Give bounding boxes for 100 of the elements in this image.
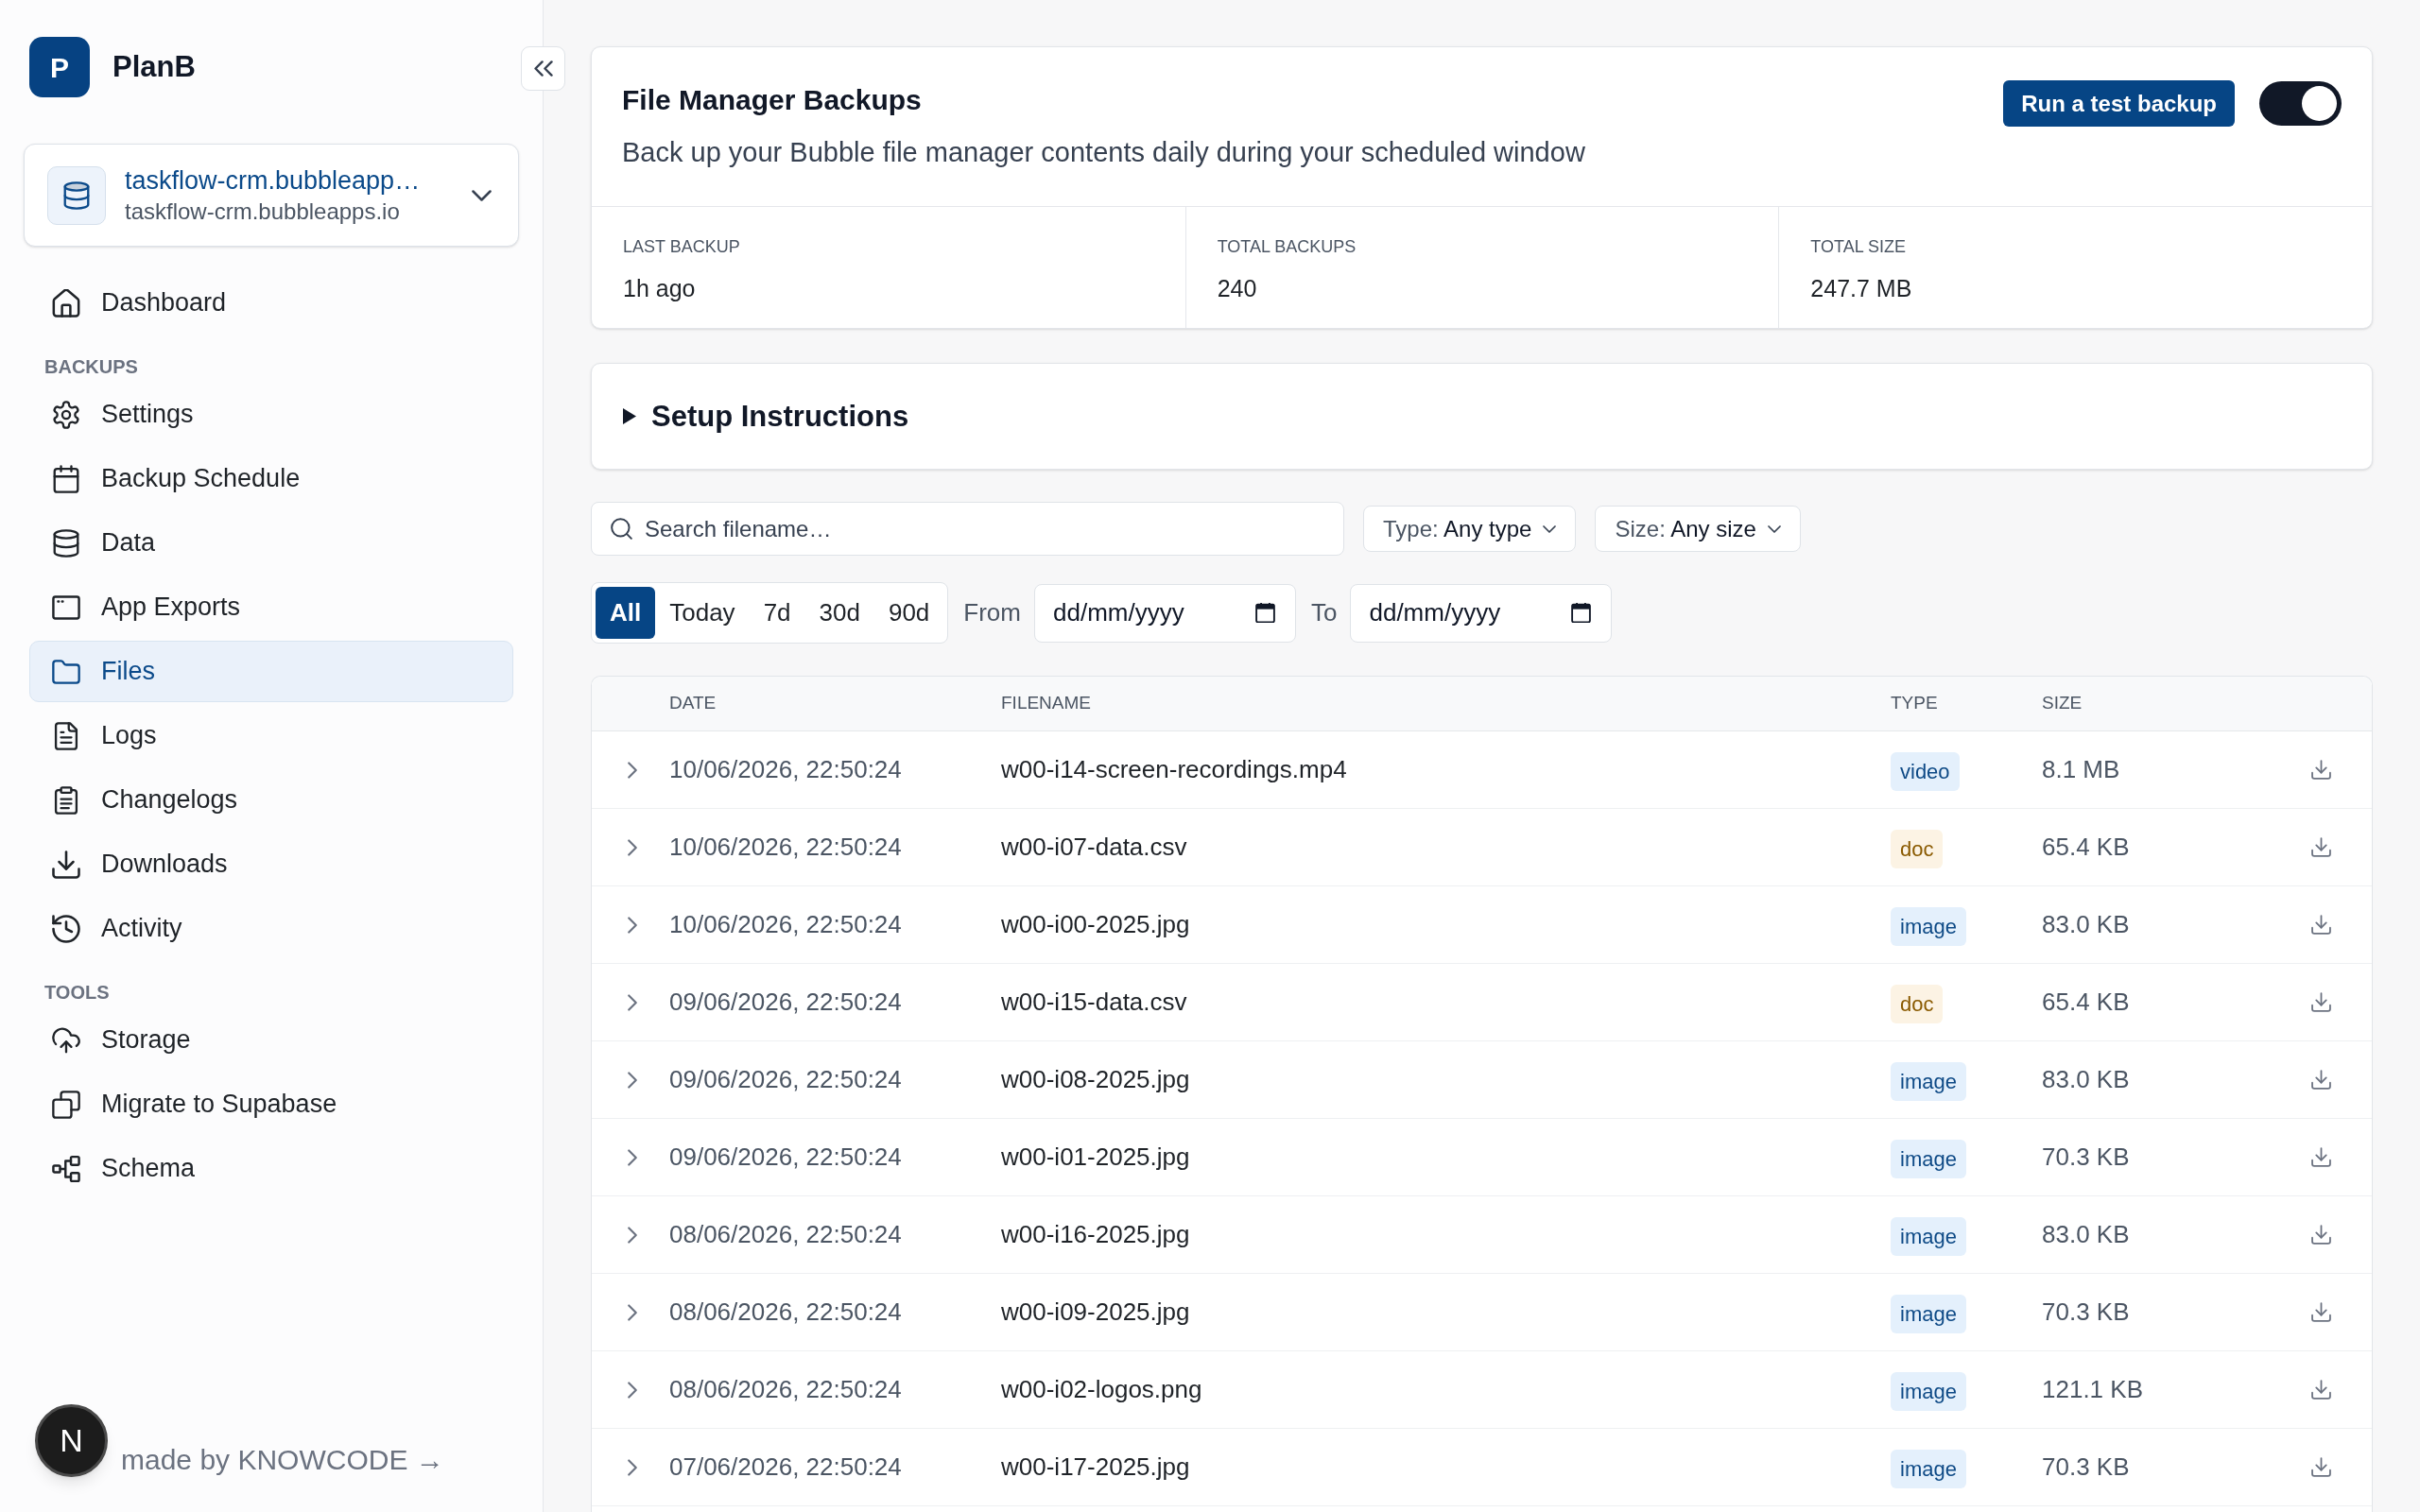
setup-instructions-toggle[interactable]: Setup Instructions — [623, 397, 909, 436]
copy-icon — [52, 1090, 80, 1119]
filename-cell-text: w00-i00-2025.jpg — [1001, 909, 1190, 940]
date-label: To — [1311, 597, 1338, 628]
date-range-option[interactable]: Today — [655, 587, 750, 639]
calendar-icon — [52, 464, 80, 493]
date-range-option[interactable]: 30d — [804, 587, 874, 639]
size-cell-text: 83.0 KB — [2042, 909, 2130, 940]
chevron-right-icon[interactable] — [628, 1226, 637, 1244]
filter-dropdown[interactable]: Size: Any size — [1595, 506, 1801, 552]
date-cell-text: 08/06/2026, 22:50:24 — [669, 1297, 902, 1328]
stat-value: 247.7 MB — [1810, 274, 1912, 303]
run-test-backup-button[interactable]: Run a test backup — [2003, 80, 2235, 127]
download-icon[interactable] — [2310, 837, 2331, 857]
nav-item[interactable]: Storage — [29, 1009, 513, 1071]
date-cell-text: 08/06/2026, 22:50:24 — [669, 1219, 902, 1250]
stat-value: 240 — [1217, 274, 1257, 303]
date-cell-text: 09/06/2026, 22:50:24 — [669, 1142, 902, 1173]
search-icon — [611, 518, 632, 540]
date-field[interactable]: dd/mm/yyyy — [1350, 583, 1613, 643]
diagram-icon — [52, 1154, 80, 1183]
backup-toggle[interactable] — [2259, 81, 2342, 126]
nav-item[interactable]: Activity — [29, 898, 513, 959]
date-cell-text: 09/06/2026, 22:50:24 — [669, 987, 902, 1018]
database-icon — [47, 165, 106, 225]
window-icon — [52, 593, 80, 622]
nav-item[interactable]: Dashboard — [29, 272, 513, 334]
history-icon — [52, 914, 80, 943]
dev-tools-button[interactable]: N — [35, 1404, 108, 1477]
chevron-right-icon[interactable] — [628, 1071, 637, 1089]
download-icon[interactable] — [2310, 1302, 2331, 1322]
date-field[interactable]: dd/mm/yyyy — [1034, 583, 1296, 643]
calendar-icon — [1255, 602, 1275, 623]
chevron-right-icon[interactable] — [628, 761, 637, 779]
file-type-tag: doc — [1891, 985, 1944, 1023]
cloud-upload-icon — [52, 1025, 80, 1055]
filter-dropdown[interactable]: Type: Any type — [1363, 506, 1577, 552]
stat-value: 1h ago — [623, 274, 696, 303]
chevron-right-icon[interactable] — [628, 1381, 637, 1399]
card-title: File Manager Backups — [622, 83, 922, 117]
section-label: TOOLS — [43, 981, 111, 1005]
card-description: Back up your Bubble file manager contents daily during your scheduled window — [622, 136, 1585, 169]
collapse-sidebar-button[interactable] — [521, 46, 565, 91]
house-icon — [52, 288, 80, 318]
brand-name: PlanB — [112, 49, 196, 85]
size-cell-text: 83.0 KB — [2042, 1064, 2130, 1095]
download-icon[interactable] — [2310, 992, 2331, 1012]
filename-cell-text: w00-i08-2025.jpg — [1001, 1064, 1190, 1095]
chevron-right-icon[interactable] — [628, 916, 637, 934]
size-cell-text: 70.3 KB — [2042, 1452, 2130, 1483]
filename-cell-text: w00-i01-2025.jpg — [1001, 1142, 1190, 1173]
nav-item[interactable]: Files — [29, 641, 513, 702]
column-header: FILENAME — [1001, 692, 1092, 715]
chevron-right-icon[interactable] — [628, 993, 637, 1011]
date-range-option[interactable]: All — [596, 587, 656, 639]
nav-item[interactable]: Settings — [29, 384, 513, 445]
file-type-tag: video — [1891, 752, 1960, 791]
column-header: DATE — [669, 692, 717, 715]
download-icon[interactable] — [2310, 1070, 2331, 1090]
nav-item[interactable]: App Exports — [29, 576, 513, 638]
size-cell-text: 65.4 KB — [2042, 987, 2130, 1018]
date-range-option[interactable]: 7d — [749, 587, 805, 639]
app-logo: P — [29, 37, 90, 97]
search-field[interactable]: Search filename… — [591, 502, 1344, 556]
clipboard-icon — [52, 785, 80, 815]
nav-item[interactable]: Logs — [29, 705, 513, 766]
calendar-icon — [1571, 602, 1592, 623]
download-icon[interactable] — [2310, 1457, 2331, 1477]
settings-icon — [52, 400, 80, 429]
file-type-tag: doc — [1891, 830, 1944, 868]
chevron-down-icon — [1543, 524, 1557, 533]
download-icon[interactable] — [2310, 1225, 2331, 1245]
stat-label: TOTAL BACKUPS — [1217, 236, 1357, 258]
chevron-right-icon[interactable] — [628, 1458, 637, 1476]
nav-item[interactable]: Downloads — [29, 833, 513, 895]
nav-item[interactable]: Schema — [29, 1138, 513, 1199]
app-selector[interactable]: taskflow-crm.bubbleapp… taskflow-crm.bubbleapps.io — [24, 144, 519, 247]
nav-item[interactable]: Backup Schedule — [29, 448, 513, 509]
column-header: SIZE — [2042, 692, 2083, 715]
nav-item[interactable]: Migrate to Supabase — [29, 1074, 513, 1135]
filename-cell-text: w00-i17-2025.jpg — [1001, 1452, 1190, 1483]
download-icon[interactable] — [2310, 760, 2331, 780]
filename-cell-text: w00-i09-2025.jpg — [1001, 1297, 1190, 1328]
date-range-option[interactable]: 90d — [873, 587, 944, 639]
chevron-right-icon[interactable] — [628, 1303, 637, 1321]
download-icon[interactable] — [2310, 1380, 2331, 1400]
filename-cell-text: w00-i15-data.csv — [1001, 987, 1187, 1018]
credit-link[interactable]: made by KNOWCODE → — [121, 1443, 444, 1477]
file-type-tag: image — [1891, 1450, 1966, 1488]
download-icon[interactable] — [2310, 915, 2331, 935]
chevron-down-icon — [1767, 524, 1781, 533]
date-cell-text: 10/06/2026, 22:50:24 — [669, 754, 902, 785]
file-type-tag: image — [1891, 1140, 1966, 1178]
chevron-right-icon[interactable] — [628, 1148, 637, 1166]
chevron-right-icon[interactable] — [628, 838, 637, 856]
file-type-tag: image — [1891, 1217, 1966, 1256]
download-icon[interactable] — [2310, 1147, 2331, 1167]
nav-item[interactable]: Changelogs — [29, 769, 513, 831]
chevron-down-icon — [472, 189, 492, 201]
nav-item[interactable]: Data — [29, 512, 513, 574]
